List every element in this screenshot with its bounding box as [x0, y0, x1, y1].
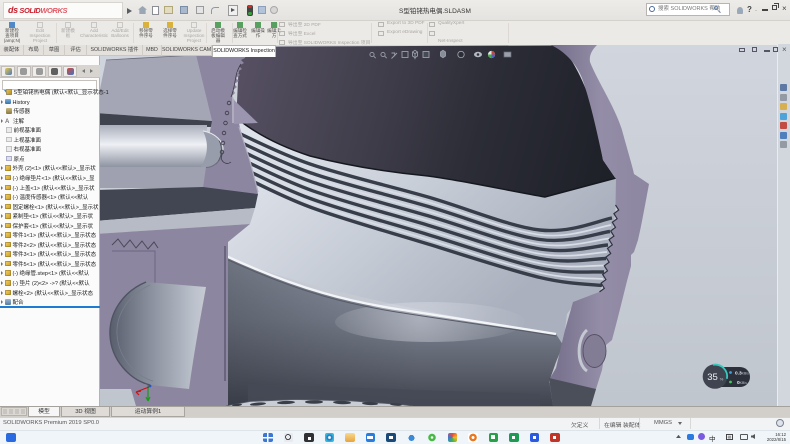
svg-text:0.3KB/s: 0.3KB/s — [735, 371, 749, 377]
svg-text:35: 35 — [707, 372, 718, 383]
svg-text:0KB/s: 0KB/s — [737, 380, 747, 386]
svg-text:%: % — [720, 377, 724, 382]
